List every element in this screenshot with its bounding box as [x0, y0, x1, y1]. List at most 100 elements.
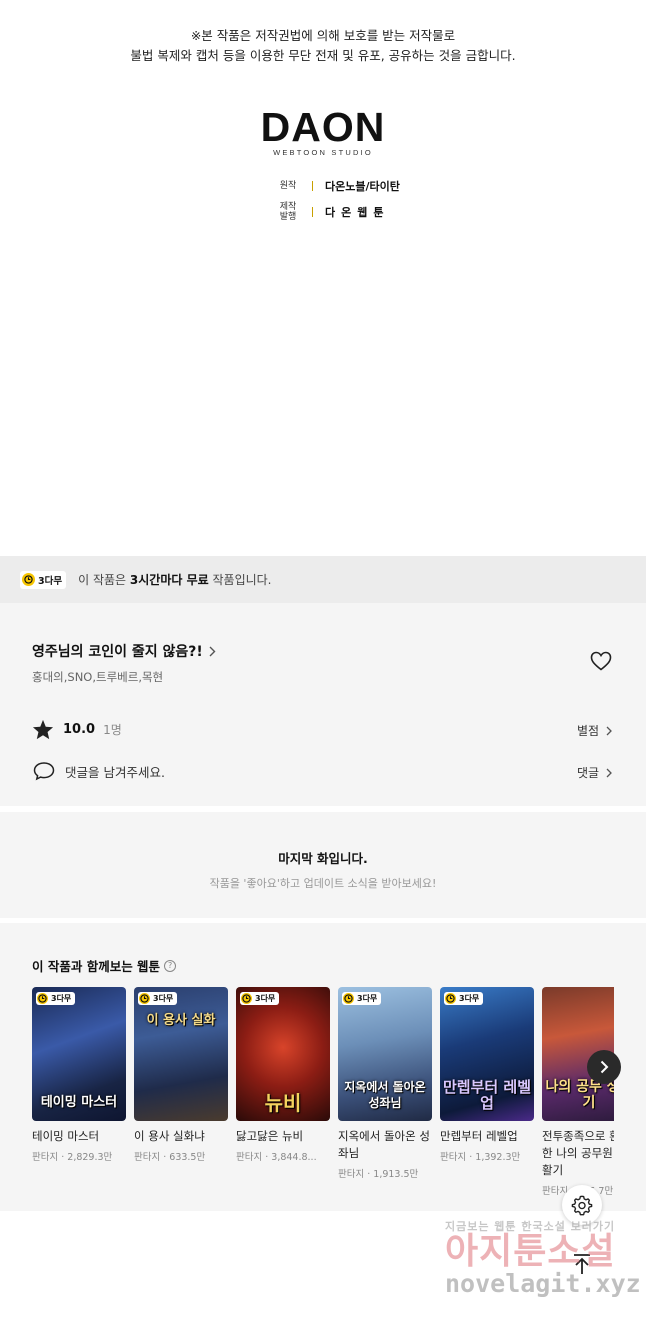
badge-label: 3다무: [255, 994, 276, 1003]
last-episode-notice: 마지막 화입니다. 작품을 '좋아요'하고 업데이트 소식을 받아보세요!: [0, 812, 646, 918]
card-title: 전투종족으로 환생한 나의 공무원 생활기: [542, 1129, 614, 1177]
free-wait-text: 이 작품은 3시간마다 무료 작품입니다.: [78, 571, 271, 588]
credit-production-label-1: 제작: [279, 202, 297, 212]
credit-original-label: 원작: [279, 181, 297, 191]
last-episode-subtitle: 작품을 '좋아요'하고 업데이트 소식을 받아보세요!: [209, 877, 437, 890]
cover-title-art: 뉴비: [264, 1091, 302, 1115]
cover-title-art: 테이밍 마스터: [40, 1095, 118, 1110]
rate-link[interactable]: 별점: [577, 722, 615, 739]
carousel-next-button[interactable]: [587, 1050, 621, 1084]
chevron-right-icon: [606, 726, 613, 735]
rating-value: 10.0: [63, 722, 96, 737]
logo-subtitle: WEBTOON STUDIO: [273, 148, 373, 157]
free-wait-text-suffix: 작품입니다.: [208, 573, 272, 587]
wait-free-badge: 3다무: [36, 992, 76, 1005]
copyright-notice: ※본 작품은 저작권법에 의해 보호를 받는 저작물로 불법 복제와 캡처 등을…: [0, 26, 646, 66]
comment-link[interactable]: 댓글: [577, 764, 615, 781]
cover-image: 3다무 이 용사 실화: [134, 987, 228, 1121]
cover-title-art: 만렙부터 레벨업: [442, 1078, 532, 1112]
card-meta: 판타지 · 1,913.5만: [338, 1169, 419, 1180]
cover-image: 3다무 지옥에서 돌아온 성좌님: [338, 987, 432, 1121]
badge-label: 3다무: [153, 994, 174, 1003]
wait-free-badge: 3다무: [240, 992, 280, 1005]
logo-wordmark: DAON: [260, 104, 386, 150]
recommendation-carousel: 3다무 테이밍 마스터 테이밍 마스터 판타지 · 2,829.3만 3다무 이…: [32, 987, 614, 1211]
credit-original: 원작 다온노블/타이탄: [276, 178, 400, 194]
cover-title-art: 지옥에서 돌아온 성좌님: [344, 1080, 426, 1110]
watermark-tagline: 지금보는 웹툰 한국소설 보러가기: [445, 1220, 616, 1233]
free-wait-banner: 3다무 이 작품은 3시간마다 무료 작품입니다.: [0, 556, 646, 603]
cover-title-art: 이 용사 실화: [146, 1013, 216, 1028]
credits: 원작 다온노블/타이탄 제작 발행 다온웹툰: [276, 178, 400, 230]
recommendation-card[interactable]: 3다무 뉴비 닳고닳은 뉴비 판타지 · 3,844.8...: [236, 987, 330, 1163]
credit-production: 제작 발행 다온웹툰: [276, 202, 400, 222]
card-meta: 판타지 · 3,844.8...: [236, 1152, 317, 1163]
recommendation-card[interactable]: 나의 공무 생활기 전투종족으로 환생한 나의 공무원 생활기 판타지 · 81…: [542, 987, 614, 1197]
wait-free-badge-label: 3다무: [38, 575, 63, 587]
comment-prompt[interactable]: 댓글을 남겨주세요.: [33, 761, 165, 781]
free-wait-text-prefix: 이 작품은: [78, 573, 130, 587]
copyright-line-1: ※본 작품은 저작권법에 의해 보호를 받는 저작물로: [190, 28, 456, 43]
badge-label: 3다무: [459, 994, 480, 1003]
wait-free-badge: 3다무: [20, 570, 67, 589]
credit-divider: [312, 181, 313, 191]
last-episode-title: 마지막 화입니다.: [278, 851, 368, 866]
clock-icon: [37, 993, 48, 1004]
settings-button[interactable]: [562, 1185, 602, 1225]
card-title: 닳고닳은 뉴비: [236, 1129, 304, 1143]
work-info-panel: 영주님의 코인이 줄지 않음?! 홍대의,SNO,트루베르,목현 10.0 1명…: [0, 603, 646, 806]
credit-production-label: 제작 발행: [276, 202, 300, 222]
free-wait-text-bold: 3시간마다 무료: [129, 573, 209, 587]
recommendation-card[interactable]: 3다무 지옥에서 돌아온 성좌님 지옥에서 돌아온 성좌님 판타지 · 1,91…: [338, 987, 432, 1180]
cover-image: 3다무 테이밍 마스터: [32, 987, 126, 1121]
credit-production-value: 다온웹툰: [325, 206, 390, 219]
card-title: 테이밍 마스터: [32, 1129, 100, 1143]
card-title: 만렙부터 레벨업: [440, 1129, 518, 1143]
gear-icon: [571, 1195, 593, 1216]
heart-icon[interactable]: [589, 649, 613, 673]
site-watermark: 지금보는 웹툰 한국소설 보러가기 아지툰소설 novelagit.xyz: [445, 1218, 645, 1298]
card-title: 이 용사 실화냐: [134, 1129, 205, 1143]
recommendation-card[interactable]: 3다무 테이밍 마스터 테이밍 마스터 판타지 · 2,829.3만: [32, 987, 126, 1163]
rate-link-label: 별점: [577, 724, 600, 738]
recommendations-title-text: 이 작품과 함께보는 웹툰: [32, 959, 161, 974]
comment-prompt-text: 댓글을 남겨주세요.: [65, 764, 165, 780]
studio-logo: DAON WEBTOON STUDIO: [0, 104, 646, 158]
chevron-right-icon: [606, 768, 613, 777]
wait-free-badge: 3다무: [444, 992, 484, 1005]
badge-label: 3다무: [357, 994, 378, 1003]
star-icon: [32, 719, 54, 740]
rating-count: 1명: [103, 723, 122, 737]
cover-image: 3다무 뉴비: [236, 987, 330, 1121]
card-meta: 판타지 · 2,829.3만: [32, 1152, 113, 1163]
credit-divider: [312, 207, 313, 217]
work-title-link[interactable]: 영주님의 코인이 줄지 않음?!: [32, 641, 216, 661]
badge-label: 3다무: [51, 994, 72, 1003]
watermark-url: novelagit.xyz: [445, 1269, 641, 1298]
work-title: 영주님의 코인이 줄지 않음?!: [32, 644, 203, 660]
clock-icon: [22, 573, 35, 586]
card-meta: 판타지 · 1,392.3만: [440, 1152, 521, 1163]
clock-icon: [139, 993, 150, 1004]
clock-icon: [343, 993, 354, 1004]
help-icon[interactable]: ?: [164, 959, 177, 972]
recommendation-card[interactable]: 3다무 만렙부터 레벨업 만렙부터 레벨업 판타지 · 1,392.3만: [440, 987, 534, 1163]
chevron-right-icon: [209, 646, 216, 656]
comment-link-label: 댓글: [577, 766, 600, 780]
scroll-top-button[interactable]: [562, 1244, 602, 1284]
clock-icon: [241, 993, 252, 1004]
wait-free-badge: 3다무: [138, 992, 178, 1005]
card-meta: 판타지 · 633.5만: [134, 1152, 206, 1163]
wait-free-badge: 3다무: [342, 992, 382, 1005]
clock-icon: [445, 993, 456, 1004]
copyright-line-2: 불법 복제와 캡처 등을 이용한 무단 전재 및 유포, 공유하는 것을 금합니…: [130, 48, 516, 63]
arrow-up-icon: [574, 1254, 590, 1274]
credit-production-label-2: 발행: [279, 212, 297, 222]
cover-image: 3다무 만렙부터 레벨업: [440, 987, 534, 1121]
watermark-brand: 아지툰소설: [445, 1231, 616, 1272]
speech-bubble-icon: [33, 762, 55, 781]
recommendations-section: 이 작품과 함께보는 웹툰 ? 3다무 테이밍 마스터 테이밍 마스터 판타지 …: [0, 923, 646, 1211]
rating-summary: 10.0 1명: [32, 719, 122, 740]
credit-original-value: 다온노블/타이탄: [325, 180, 400, 193]
recommendation-card[interactable]: 3다무 이 용사 실화 이 용사 실화냐 판타지 · 633.5만: [134, 987, 228, 1163]
